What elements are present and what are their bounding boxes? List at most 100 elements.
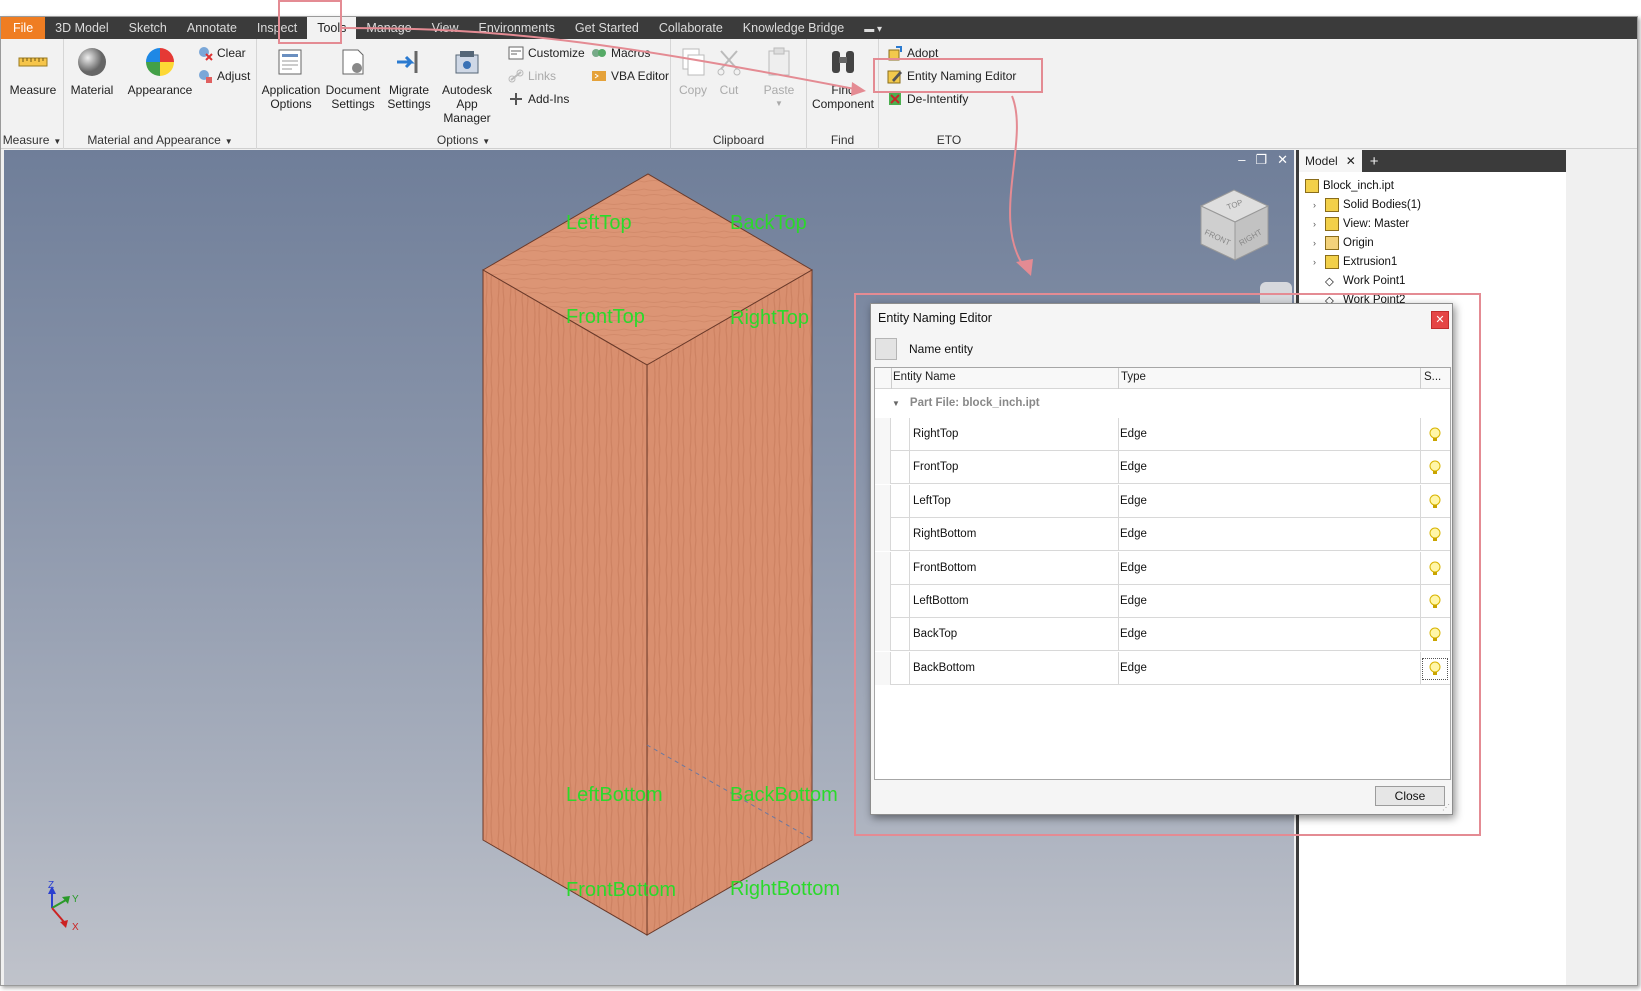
entity-name-cell[interactable]: BackTop [913,628,957,640]
table-row[interactable]: FrontTop Edge [875,451,1450,485]
de-identify-button[interactable]: De-Intentify [887,91,968,107]
document-settings-button[interactable]: Document Settings [323,45,383,111]
vba-editor-button[interactable]: VBA Editor [591,68,669,84]
paste-button[interactable]: Paste ▼ [759,45,799,111]
tab-inspect[interactable]: Inspect [247,17,307,39]
entity-name-cell[interactable]: RightTop [913,428,958,440]
tree-item[interactable]: Block_inch.ipt [1303,176,1562,195]
expand-arrow-icon[interactable]: › [1313,200,1321,210]
measure-button[interactable]: Measure [9,45,57,97]
lightbulb-icon[interactable] [1422,624,1448,646]
lightbulb-icon[interactable] [1422,657,1448,680]
add-ins-button[interactable]: Add-Ins [508,91,569,107]
customize-button[interactable]: Customize [508,45,585,61]
lightbulb-icon[interactable] [1422,591,1448,613]
entity-naming-editor-button[interactable]: Entity Naming Editor [887,68,1016,84]
lightbulb-icon[interactable] [1422,491,1448,513]
cut-button[interactable]: Cut [711,45,747,97]
tab-3d-model[interactable]: 3D Model [45,17,119,39]
resize-grip-icon[interactable]: ⋰ [1442,803,1450,812]
table-row[interactable]: LeftBottom Edge [875,585,1450,618]
adopt-button[interactable]: Adopt [887,45,938,61]
block-left-face[interactable] [482,269,648,936]
tree-item[interactable]: ◇ Work Point1 [1303,271,1562,290]
tree-item[interactable]: › Origin [1303,233,1562,252]
tab-collaborate[interactable]: Collaborate [649,17,733,39]
appearance-button[interactable]: Appearance [124,45,196,97]
expand-arrow-icon[interactable]: › [1313,238,1321,248]
adjust-button[interactable]: Adjust [197,68,250,84]
entity-name-cell[interactable]: LeftBottom [913,595,969,607]
entity-type-cell: Edge [1120,595,1147,607]
add-tab-icon[interactable]: + [1362,153,1387,170]
tab-environments[interactable]: Environments [468,17,564,39]
table-row[interactable]: BackTop Edge [875,618,1450,652]
table-row[interactable]: RightBottom Edge [875,518,1450,552]
name-entity-button[interactable] [875,338,897,360]
macros-button[interactable]: Macros [591,45,650,61]
entity-name-cell[interactable]: FrontBottom [913,562,976,574]
row-selector[interactable] [875,551,891,585]
block-right-face[interactable] [646,269,813,936]
tab-annotate[interactable]: Annotate [177,17,247,39]
entity-name-cell[interactable]: RightBottom [913,528,976,540]
viewcube[interactable]: TOP FRONT RIGHT [1199,189,1270,261]
material-button[interactable]: Material [66,45,118,97]
row-selector[interactable] [875,585,891,618]
tab-get-started[interactable]: Get Started [565,17,649,39]
column-entity-name[interactable]: Entity Name [893,371,956,383]
tab-file[interactable]: File [1,17,46,39]
tab-tools[interactable]: Tools [307,17,357,39]
find-component-button[interactable]: Find Component [809,45,877,111]
column-s[interactable]: S... [1424,371,1441,383]
tab-manage[interactable]: Manage [356,17,421,39]
expand-arrow-icon[interactable]: › [1313,219,1321,229]
lightbulb-icon[interactable] [1422,424,1448,446]
row-selector[interactable] [875,418,891,451]
entity-name-cell[interactable]: BackBottom [913,662,975,674]
links-button[interactable]: Links [508,68,556,84]
row-selector[interactable] [875,451,891,485]
cell-divider [909,551,910,585]
lightbulb-icon[interactable] [1422,524,1448,546]
clear-button[interactable]: Clear [197,45,246,61]
column-type[interactable]: Type [1121,371,1146,383]
tab-view[interactable]: View [422,17,469,39]
migrate-settings-button[interactable]: Migrate Settings [383,45,435,111]
tab-model[interactable]: Model ✕ [1299,150,1362,172]
options-panel-title[interactable]: Options ▼ [257,133,670,147]
lightbulb-icon[interactable] [1422,558,1448,580]
table-row[interactable]: RightTop Edge [875,418,1450,451]
application-options-button[interactable]: Application Options [259,45,323,111]
ribbon-options-icon[interactable]: ▬ ▾ [864,24,882,35]
close-icon[interactable]: ✕ [1346,154,1356,168]
entity-name-cell[interactable]: FrontTop [913,461,958,473]
measure-panel-title[interactable]: Measure ▼ [1,133,63,147]
tab-knowledge-bridge[interactable]: Knowledge Bridge [733,17,854,39]
ribbon-display-toggle[interactable]: ▬ ▾ [854,17,892,39]
dialog-close-icon[interactable]: ✕ [1431,311,1449,329]
app-manager-button[interactable]: Autodesk App Manager [431,45,503,125]
row-selector[interactable] [875,618,891,652]
entity-naming-editor-dialog: Entity Naming Editor ✕ Name entity Entit… [870,303,1453,815]
row-selector[interactable] [875,518,891,552]
table-row[interactable]: BackBottom Edge [875,651,1450,685]
lightbulb-icon[interactable] [1422,457,1448,479]
tab-sketch[interactable]: Sketch [119,17,177,39]
tree-item[interactable]: › View: Master [1303,214,1562,233]
material-panel-title[interactable]: Material and Appearance ▼ [64,133,256,147]
group-row[interactable]: ▼ Part File: block_inch.ipt [892,397,1040,409]
column-separator [1118,368,1119,389]
table-row[interactable]: LeftTop Edge [875,484,1450,518]
table-row[interactable]: FrontBottom Edge [875,551,1450,585]
collapse-arrow-icon[interactable]: ▼ [892,399,900,408]
row-selector[interactable] [875,651,891,685]
tree-item[interactable]: › Solid Bodies(1) [1303,195,1562,214]
close-button[interactable]: Close [1375,786,1445,806]
copy-button[interactable]: Copy [675,45,711,97]
entity-name-cell[interactable]: LeftTop [913,495,951,507]
row-selector[interactable] [875,484,891,518]
expand-arrow-icon[interactable]: › [1313,257,1321,267]
entity-type-cell: Edge [1120,661,1147,674]
tree-item[interactable]: › Extrusion1 [1303,252,1562,271]
